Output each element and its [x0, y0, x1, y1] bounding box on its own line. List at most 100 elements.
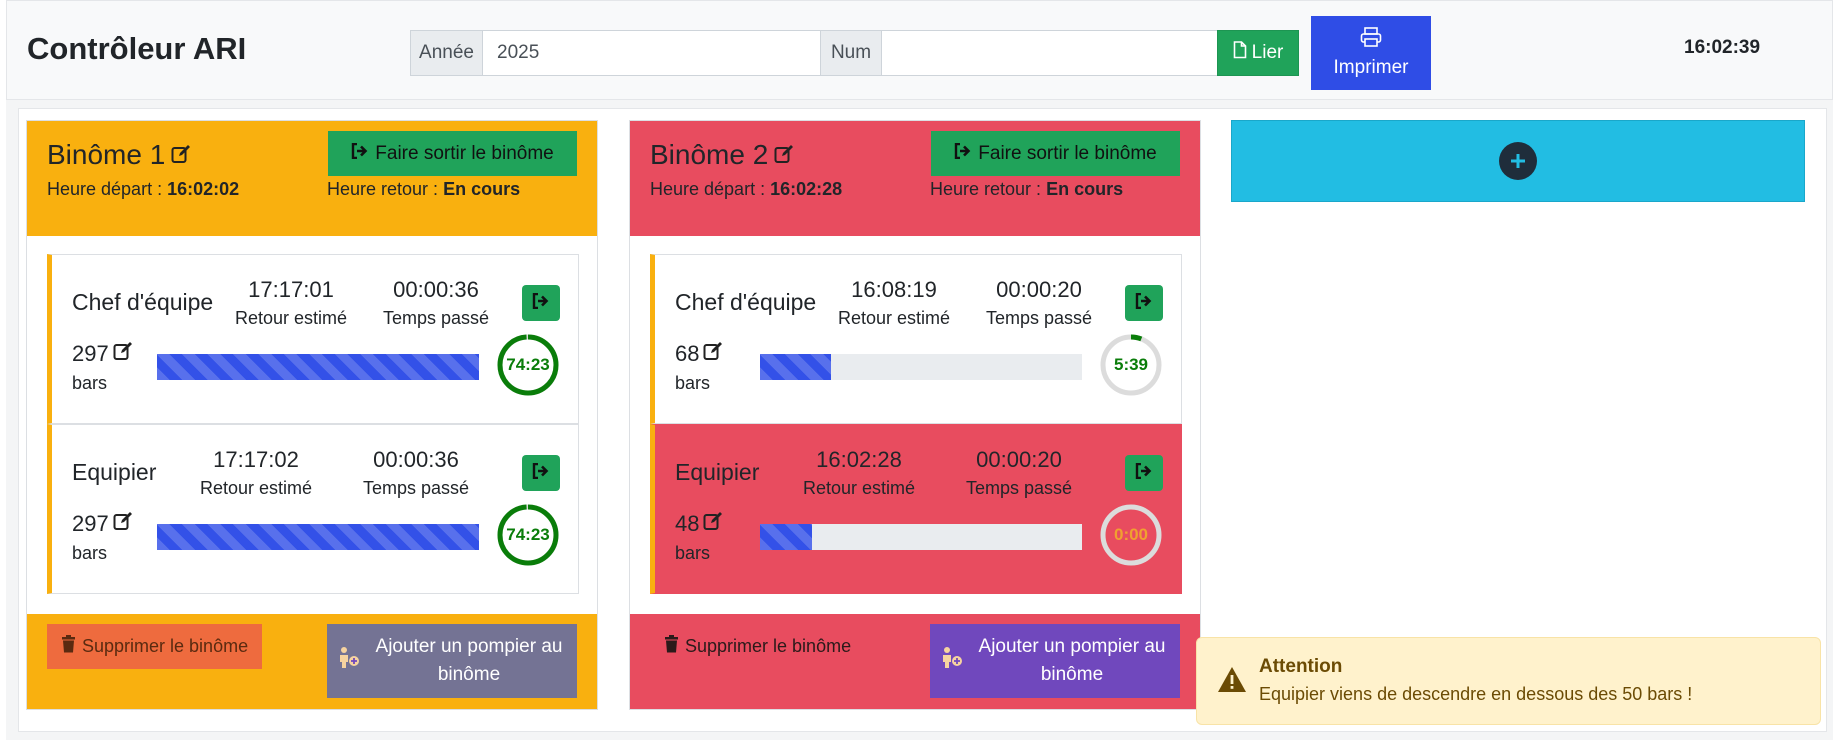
- member-role: Chef d'équipe: [675, 289, 817, 315]
- binome-members: Chef d'équipe 16:08:19 Retour estimé 00:00:…: [630, 236, 1200, 616]
- app-title: Contrôleur ARI: [27, 31, 247, 66]
- exit-binome-button[interactable]: Faire sortir le binôme: [931, 131, 1180, 176]
- pressure-bar-fill: [157, 354, 479, 380]
- year-label: Année: [410, 30, 483, 76]
- binome-card: Binôme 1 Faire sortir le binôme Heure dépa…: [26, 120, 598, 710]
- estimated-return-value: 17:17:01: [248, 277, 334, 302]
- num-input[interactable]: [881, 30, 1220, 76]
- depart-time: Heure départ : 16:02:02: [47, 179, 239, 200]
- sign-out-icon: [532, 292, 550, 314]
- edit-icon[interactable]: [113, 341, 133, 367]
- estimated-return-value: 16:08:19: [851, 277, 937, 302]
- binome-title-text: Binôme 2: [650, 139, 769, 170]
- binome-footer: Supprimer le binôme Ajouter un pompier au…: [630, 614, 1200, 709]
- binome-title: Binôme 2: [650, 139, 794, 171]
- delete-binome-label: Supprimer le binôme: [82, 636, 249, 656]
- pressure: 297: [72, 341, 133, 367]
- binome-members: Chef d'équipe 17:17:01 Retour estimé 00:00:…: [27, 236, 597, 616]
- elapsed-time-label: Temps passé: [985, 308, 1093, 328]
- member-exit-button[interactable]: [1125, 455, 1163, 491]
- pressure-value: 297: [72, 511, 109, 536]
- toast-title: Attention: [1259, 656, 1343, 677]
- pressure: 48: [675, 511, 723, 537]
- print-button[interactable]: Imprimer: [1311, 16, 1431, 90]
- timer-gauge: 74:23: [496, 503, 560, 567]
- pressure-unit: bars: [72, 543, 108, 563]
- binome-header: Binôme 1 Faire sortir le binôme Heure dépa…: [27, 121, 597, 236]
- person-add-icon: [940, 646, 964, 677]
- elapsed-time-label: Temps passé: [362, 478, 470, 498]
- top-bar: Contrôleur ARI Année 2025 Num Lier Impri…: [6, 0, 1833, 100]
- pressure: 297: [72, 511, 133, 537]
- pressure-bar-fill: [760, 524, 812, 550]
- lier-label: Lier: [1251, 42, 1284, 63]
- pressure-value: 297: [72, 341, 109, 366]
- edit-icon[interactable]: [774, 139, 794, 171]
- app-root: Contrôleur ARI Année 2025 Num Lier Impri…: [0, 0, 1833, 740]
- num-label: Num: [820, 30, 882, 76]
- retour-value: En cours: [1046, 179, 1124, 199]
- timer-value: 5:39: [1113, 355, 1149, 374]
- file-icon: [1233, 41, 1247, 65]
- member-role: Chef d'équipe: [72, 289, 214, 315]
- member-exit-button[interactable]: [522, 455, 560, 491]
- plus-circle-icon: [1499, 142, 1537, 180]
- edit-icon[interactable]: [113, 511, 133, 537]
- timer-value: 74:23: [506, 355, 550, 374]
- member-card: Chef d'équipe 16:08:19 Retour estimé 00:00:…: [650, 254, 1182, 424]
- add-firefighter-button[interactable]: Ajouter un pompier au binôme: [327, 624, 577, 698]
- pressure-value: 68: [675, 341, 700, 366]
- binome-title-text: Binôme 1: [47, 139, 166, 170]
- estimated-return: 17:17:02 Retour estimé: [191, 447, 321, 499]
- year-input[interactable]: 2025: [482, 30, 821, 76]
- delete-binome-button[interactable]: Supprimer le binôme: [47, 624, 263, 669]
- timer-gauge: 74:23: [496, 333, 560, 397]
- toast-message: Equipier viens de descendre en dessous d…: [1259, 684, 1693, 704]
- elapsed-time-label: Temps passé: [382, 308, 490, 328]
- pressure-unit: bars: [675, 543, 711, 563]
- warning-toast: Attention Equipier viens de descendre en…: [1196, 637, 1821, 725]
- add-firefighter-label: Ajouter un pompier au binôme: [978, 636, 1166, 685]
- pressure-value: 48: [675, 511, 700, 536]
- elapsed-time: 00:00:20 Temps passé: [980, 277, 1098, 329]
- pressure-bar: [157, 354, 479, 380]
- depart-value: 16:02:28: [770, 179, 843, 199]
- depart-label: Heure départ :: [47, 179, 168, 199]
- pressure-bar-fill: [157, 524, 479, 550]
- retour-time: Heure retour : En cours: [327, 179, 520, 200]
- sign-out-icon: [954, 142, 972, 165]
- delete-binome-button[interactable]: Supprimer le binôme: [650, 624, 865, 669]
- estimated-return-label: Retour estimé: [837, 308, 951, 328]
- pressure: 68: [675, 341, 723, 367]
- estimated-return: 16:02:28 Retour estimé: [794, 447, 924, 499]
- estimated-return-label: Retour estimé: [802, 478, 916, 498]
- edit-icon[interactable]: [703, 511, 723, 537]
- delete-binome-label: Supprimer le binôme: [685, 636, 852, 656]
- member-exit-button[interactable]: [522, 285, 560, 321]
- edit-icon[interactable]: [703, 341, 723, 367]
- retour-time: Heure retour : En cours: [930, 179, 1123, 200]
- edit-icon[interactable]: [171, 139, 191, 171]
- pressure-bar: [760, 354, 1082, 380]
- member-exit-button[interactable]: [1125, 285, 1163, 321]
- member-role: Equipier: [675, 459, 760, 485]
- lier-button[interactable]: Lier: [1217, 30, 1299, 76]
- binome-footer: Supprimer le binôme Ajouter un pompier au…: [27, 614, 597, 709]
- retour-label: Heure retour :: [930, 179, 1047, 199]
- estimated-return: 16:08:19 Retour estimé: [829, 277, 959, 329]
- binome-title: Binôme 1: [47, 139, 191, 171]
- sign-out-icon: [1135, 462, 1153, 484]
- elapsed-time: 00:00:20 Temps passé: [960, 447, 1078, 499]
- pressure-bar: [157, 524, 479, 550]
- exit-binome-button[interactable]: Faire sortir le binôme: [328, 131, 577, 176]
- elapsed-time-value: 00:00:36: [393, 277, 479, 302]
- add-firefighter-button[interactable]: Ajouter un pompier au binôme: [930, 624, 1180, 698]
- estimated-return: 17:17:01 Retour estimé: [226, 277, 356, 329]
- add-binome-button[interactable]: [1231, 120, 1805, 202]
- member-card: Chef d'équipe 17:17:01 Retour estimé 00:00:…: [47, 254, 579, 424]
- elapsed-time-value: 00:00:20: [996, 277, 1082, 302]
- elapsed-time: 00:00:36 Temps passé: [357, 447, 475, 499]
- member-role: Equipier: [72, 459, 157, 485]
- member-card: Equipier 17:17:02 Retour estimé 00:00:36 Tem…: [47, 424, 579, 594]
- add-firefighter-label: Ajouter un pompier au binôme: [375, 636, 563, 685]
